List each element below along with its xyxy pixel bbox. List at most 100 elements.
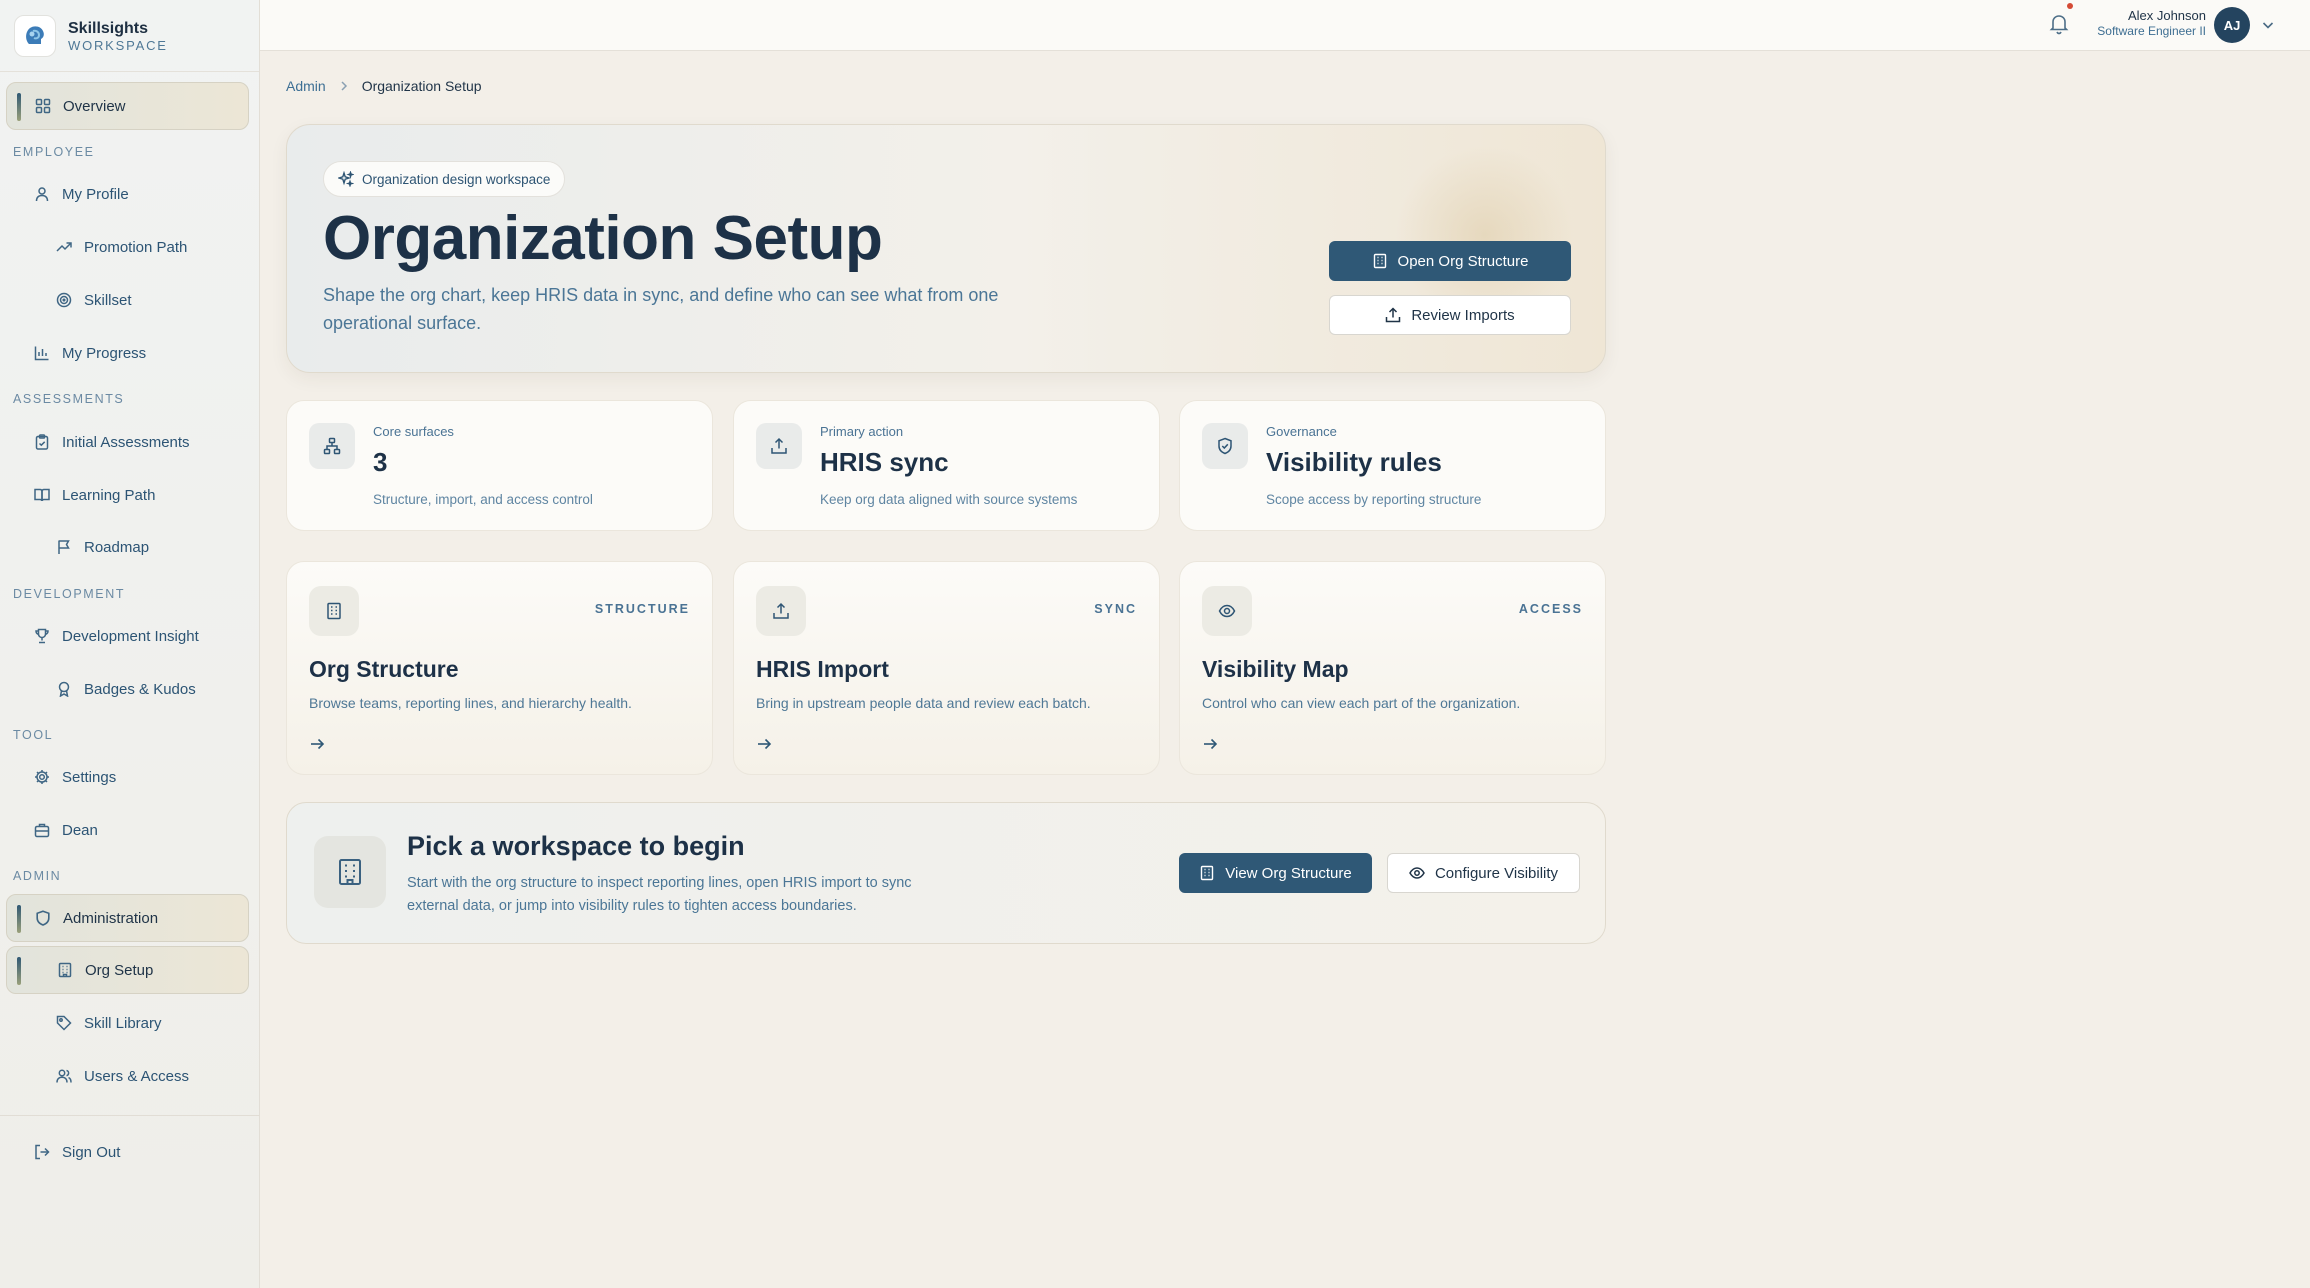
sidebar-divider (0, 1115, 260, 1116)
feature-card-org-structure[interactable]: STRUCTURE Org Structure Browse teams, re… (286, 561, 713, 775)
sidebar-item-skill-library[interactable]: Skill Library (6, 999, 249, 1047)
sidebar-item-label: Skill Library (84, 1014, 162, 1032)
breadcrumb-current: Organization Setup (361, 78, 482, 94)
sidebar-item-development-insight[interactable]: Development Insight (6, 612, 249, 660)
sidebar-item-label: Settings (62, 768, 117, 786)
workspace-cta-panel: Pick a workspace to begin Start with the… (286, 802, 1606, 944)
grid-icon (34, 98, 51, 115)
sidebar-item-label: Development Insight (62, 627, 199, 645)
shield-check-icon (1202, 423, 1248, 469)
brand-name: Skillsights (68, 19, 149, 37)
sidebar-item-label: Org Setup (85, 961, 154, 979)
open-org-structure-button[interactable]: Open Org Structure (1329, 241, 1571, 281)
sidebar-item-learning-path[interactable]: Learning Path (6, 471, 249, 519)
gear-icon (33, 769, 50, 786)
sidebar-item-label: Users & Access (84, 1067, 190, 1085)
sidebar-item-overview[interactable]: Overview (6, 82, 249, 130)
hero-pill: Organization design workspace (323, 161, 566, 197)
feature-description: Control who can view each part of the or… (1202, 695, 1521, 711)
target-icon (55, 292, 72, 309)
view-org-structure-button[interactable]: View Org Structure (1179, 853, 1372, 893)
bar-chart-icon (33, 345, 50, 362)
sidebar-item-roadmap[interactable]: Roadmap (6, 523, 249, 571)
sidebar-item-label: Skillset (84, 291, 132, 309)
section-label-employee: EMPLOYEE (13, 145, 95, 159)
sidebar-item-label: My Progress (62, 344, 147, 362)
button-label: Open Org Structure (1397, 252, 1529, 270)
notification-badge (2067, 3, 2073, 9)
brand[interactable]: Skillsights WORKSPACE (0, 0, 259, 72)
sign-out-button[interactable]: Sign Out (6, 1128, 249, 1176)
brand-subtitle: WORKSPACE (68, 37, 168, 53)
stat-label: Core surfaces (373, 424, 454, 439)
avatar[interactable]: AJ (2214, 7, 2250, 43)
sidebar-item-settings[interactable]: Settings (6, 753, 249, 801)
sidebar-item-label: Sign Out (62, 1143, 121, 1161)
feature-card-hris-import[interactable]: SYNC HRIS Import Bring in upstream peopl… (733, 561, 1160, 775)
chevron-down-icon[interactable] (2260, 17, 2276, 33)
sidebar-item-my-progress[interactable]: My Progress (6, 329, 249, 377)
shield-icon (34, 910, 51, 927)
flag-icon (55, 539, 72, 556)
feature-card-visibility-map[interactable]: ACCESS Visibility Map Control who can vi… (1179, 561, 1606, 775)
arrow-right-icon[interactable] (1202, 736, 1218, 752)
cta-title: Pick a workspace to begin (407, 831, 745, 861)
award-icon (55, 681, 72, 698)
feature-tag: STRUCTURE (594, 602, 690, 616)
hierarchy-icon (309, 423, 355, 469)
section-label-tool: TOOL (13, 728, 54, 742)
briefcase-icon (33, 822, 50, 839)
stat-label: Primary action (820, 424, 904, 439)
stat-card-core-surfaces: Core surfaces 3 Structure, import, and a… (286, 400, 713, 531)
section-label-admin: ADMIN (13, 869, 62, 883)
sidebar-item-label: Initial Assessments (62, 433, 190, 451)
sidebar-item-initial-assessments[interactable]: Initial Assessments (6, 418, 249, 466)
building-icon (56, 962, 73, 979)
feature-description: Bring in upstream people data and review… (756, 695, 1091, 711)
notification-bell-icon[interactable] (2049, 13, 2069, 35)
stat-value: 3 (373, 447, 388, 477)
section-label-assessments: ASSESSMENTS (13, 392, 125, 406)
sidebar-item-label: Dean (62, 821, 98, 839)
building-icon (1372, 253, 1388, 269)
clipboard-check-icon (33, 434, 50, 451)
feature-tag: SYNC (1094, 602, 1137, 616)
trophy-icon (33, 628, 50, 645)
button-label: Review Imports (1411, 306, 1515, 324)
hero-description: Shape the org chart, keep HRIS data in s… (323, 285, 999, 333)
hero-panel: Organization design workspace Organizati… (286, 124, 1606, 373)
sidebar-item-badges-kudos[interactable]: Badges & Kudos (6, 665, 249, 713)
configure-visibility-button[interactable]: Configure Visibility (1387, 853, 1580, 893)
feature-tag: ACCESS (1518, 602, 1583, 616)
building-icon (314, 836, 386, 908)
log-out-icon (33, 1144, 50, 1161)
sidebar-item-org-setup[interactable]: Org Setup (6, 946, 249, 994)
sidebar-item-label: Overview (63, 97, 126, 115)
stat-card-primary-action: Primary action HRIS sync Keep org data a… (733, 400, 1160, 531)
sidebar-item-my-profile[interactable]: My Profile (6, 170, 249, 218)
sidebar-item-label: Roadmap (84, 538, 150, 556)
sidebar-item-promotion-path[interactable]: Promotion Path (6, 223, 249, 271)
arrow-right-icon[interactable] (756, 736, 772, 752)
upload-icon (756, 423, 802, 469)
review-imports-button[interactable]: Review Imports (1329, 295, 1571, 335)
users-icon (55, 1068, 72, 1085)
user-name: Alex Johnson (2127, 8, 2206, 23)
stat-description: Scope access by reporting structure (1266, 492, 1482, 507)
stat-card-governance: Governance Visibility rules Scope access… (1179, 400, 1606, 531)
user-icon (33, 186, 50, 203)
breadcrumb-admin-link[interactable]: Admin (286, 78, 326, 94)
eye-icon (1409, 865, 1425, 881)
arrow-right-icon[interactable] (309, 736, 325, 752)
feature-title: Visibility Map (1202, 656, 1349, 682)
sidebar-item-administration[interactable]: Administration (6, 894, 249, 942)
upload-icon (1385, 307, 1401, 323)
chevron-right-icon (338, 80, 350, 92)
sidebar-item-skillset[interactable]: Skillset (6, 276, 249, 324)
sidebar-item-dean[interactable]: Dean (6, 806, 249, 854)
sidebar-item-label: My Profile (62, 185, 129, 203)
sidebar-item-users-access[interactable]: Users & Access (6, 1052, 249, 1100)
user-info[interactable]: Alex Johnson Software Engineer II (2097, 8, 2206, 39)
book-open-icon (33, 487, 50, 504)
user-role: Software Engineer II (2097, 24, 2206, 38)
